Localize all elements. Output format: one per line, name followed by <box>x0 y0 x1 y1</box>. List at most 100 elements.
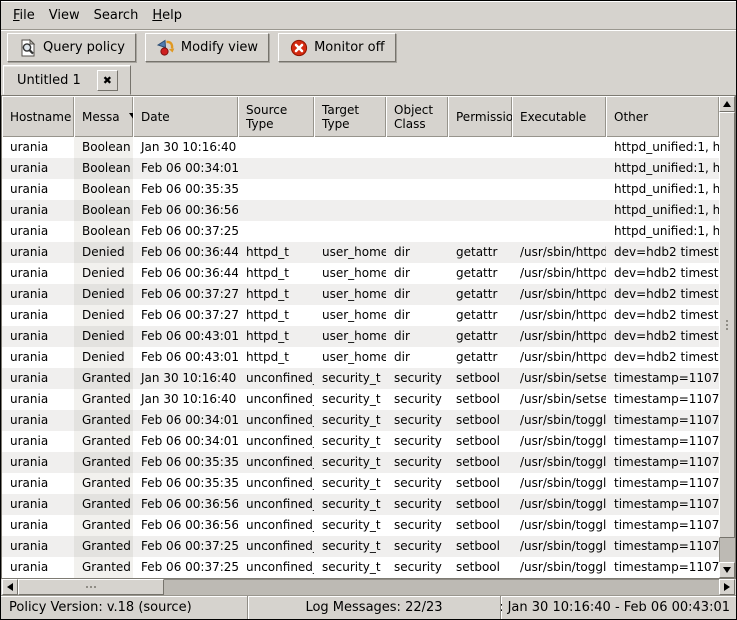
log-row[interactable]: uraniaGrantedFeb 06 00:34:01unconfined_s… <box>2 410 719 431</box>
column-header-executable[interactable]: Executable <box>512 96 606 137</box>
scroll-right-button[interactable] <box>719 579 735 595</box>
status-dates: Dates: Jan 30 10:16:40 - Feb 06 00:43:01 <box>500 596 736 619</box>
vertical-scrollbar-thumb[interactable] <box>719 112 735 538</box>
monitor-off-button[interactable]: Monitor off <box>278 33 395 62</box>
cell-source-type: unconfined_ <box>238 368 314 389</box>
cell-source-type: unconfined_ <box>238 494 314 515</box>
column-header-target-type[interactable]: TargetType <box>314 96 386 137</box>
modify-view-button[interactable]: Modify view <box>145 33 269 62</box>
cell-message: Denied <box>74 263 133 284</box>
column-header-hostname[interactable]: Hostname <box>2 96 74 137</box>
log-row[interactable]: uraniaBooleanFeb 06 00:37:25httpd_unifie… <box>2 221 719 242</box>
cell-date: Feb 06 00:37:27 <box>133 284 238 305</box>
tab-untitled-1[interactable]: Untitled 1 ✖ <box>3 65 131 95</box>
arrow-right-icon <box>724 583 730 591</box>
cell-other: httpd_unified:1, h <box>606 179 719 200</box>
cell-message: Granted <box>74 473 133 494</box>
cell-executable: /usr/sbin/toggle <box>512 536 606 557</box>
log-row[interactable]: uraniaBooleanFeb 06 00:34:01httpd_unifie… <box>2 158 719 179</box>
cell-object-class <box>386 137 448 158</box>
cell-source-type: unconfined_ <box>238 536 314 557</box>
log-row[interactable]: uraniaGrantedFeb 06 00:34:01unconfined_s… <box>2 431 719 452</box>
cell-target-type: security_t <box>314 410 386 431</box>
cell-other: timestamp=11076 <box>606 494 719 515</box>
cell-target-type <box>314 158 386 179</box>
log-row[interactable]: uraniaGrantedJan 30 10:16:40unconfined_s… <box>2 389 719 410</box>
cell-source-type: httpd_t <box>238 347 314 368</box>
cell-target-type <box>314 200 386 221</box>
log-row[interactable]: uraniaDeniedFeb 06 00:43:01httpd_tuser_h… <box>2 347 719 368</box>
cell-source-type <box>238 221 314 242</box>
scroll-down-button[interactable] <box>719 562 735 578</box>
modify-view-label: Modify view <box>181 40 258 55</box>
cell-message: Granted <box>74 431 133 452</box>
log-row[interactable]: uraniaGrantedFeb 06 00:36:56unconfined_s… <box>2 515 719 536</box>
horizontal-scrollbar-thumb[interactable] <box>18 579 164 595</box>
cell-message: Granted <box>74 557 133 578</box>
log-row[interactable]: uraniaBooleanFeb 06 00:35:35httpd_unifie… <box>2 179 719 200</box>
column-header-date[interactable]: Date <box>133 96 238 137</box>
column-header-source-type[interactable]: SourceType <box>238 96 314 137</box>
cell-source-type: httpd_t <box>238 242 314 263</box>
cell-other: timestamp=11076 <box>606 557 719 578</box>
log-row[interactable]: uraniaDeniedFeb 06 00:43:01httpd_tuser_h… <box>2 326 719 347</box>
column-header-permission[interactable]: Permission <box>448 96 512 137</box>
cell-hostname: urania <box>2 200 74 221</box>
cell-date: Feb 06 00:36:56 <box>133 494 238 515</box>
horizontal-scrollbar-track[interactable] <box>18 579 719 595</box>
menu-view[interactable]: View <box>42 4 87 27</box>
cell-other: dev=hdb2 timesta <box>606 242 719 263</box>
cell-message: Granted <box>74 494 133 515</box>
status-bar: Policy Version: v.18 (source) Log Messag… <box>1 595 736 619</box>
cell-hostname: urania <box>2 179 74 200</box>
log-row[interactable]: uraniaGrantedFeb 06 00:37:25unconfined_s… <box>2 536 719 557</box>
cell-object-class: dir <box>386 305 448 326</box>
log-row[interactable]: uraniaDeniedFeb 06 00:36:44httpd_tuser_h… <box>2 242 719 263</box>
log-row[interactable]: uraniaDeniedFeb 06 00:36:44httpd_tuser_h… <box>2 263 719 284</box>
menu-file[interactable]: File <box>6 4 42 27</box>
cell-object-class: security <box>386 431 448 452</box>
cell-executable: /usr/sbin/toggle <box>512 431 606 452</box>
cell-permission: setbool <box>448 410 512 431</box>
vertical-scrollbar[interactable] <box>719 96 735 578</box>
scroll-up-button[interactable] <box>719 96 735 112</box>
cell-source-type: httpd_t <box>238 305 314 326</box>
cell-object-class <box>386 200 448 221</box>
cell-hostname: urania <box>2 305 74 326</box>
arrow-left-icon <box>7 583 13 591</box>
cell-date: Feb 06 00:43:01 <box>133 326 238 347</box>
cell-message: Denied <box>74 242 133 263</box>
horizontal-scrollbar[interactable] <box>2 579 735 595</box>
cell-target-type: security_t <box>314 473 386 494</box>
column-header-object-class[interactable]: ObjectClass <box>386 96 448 137</box>
cell-other: timestamp=11071 <box>606 368 719 389</box>
cell-permission <box>448 137 512 158</box>
log-row[interactable]: uraniaGrantedFeb 06 00:35:35unconfined_s… <box>2 473 719 494</box>
table-body: uraniaBooleanJan 30 10:16:40httpd_unifie… <box>2 137 719 578</box>
cell-permission <box>448 158 512 179</box>
log-row[interactable]: uraniaBooleanFeb 06 00:36:56httpd_unifie… <box>2 200 719 221</box>
cell-permission: setbool <box>448 536 512 557</box>
column-header-other[interactable]: Other <box>606 96 719 137</box>
log-row[interactable]: uraniaGrantedFeb 06 00:35:35unconfined_s… <box>2 452 719 473</box>
menu-help[interactable]: Help <box>145 4 189 27</box>
cell-executable: /usr/sbin/httpd <box>512 242 606 263</box>
log-row[interactable]: uraniaDeniedFeb 06 00:37:27httpd_tuser_h… <box>2 305 719 326</box>
log-row[interactable]: uraniaGrantedFeb 06 00:37:25unconfined_s… <box>2 557 719 578</box>
cell-permission: getattr <box>448 326 512 347</box>
cell-permission: setbool <box>448 557 512 578</box>
monitor-off-icon <box>289 38 308 57</box>
menu-search[interactable]: Search <box>87 4 146 27</box>
log-row[interactable]: uraniaGrantedFeb 06 00:36:56unconfined_s… <box>2 494 719 515</box>
tab-close-button[interactable]: ✖ <box>97 70 118 91</box>
cell-object-class: security <box>386 536 448 557</box>
scroll-left-button[interactable] <box>2 579 18 595</box>
log-row[interactable]: uraniaGrantedJan 30 10:16:40unconfined_s… <box>2 368 719 389</box>
vertical-scrollbar-track[interactable] <box>719 112 735 562</box>
column-header-message[interactable]: Messa <box>74 96 133 137</box>
log-row[interactable]: uraniaBooleanJan 30 10:16:40httpd_unifie… <box>2 137 719 158</box>
cell-message: Granted <box>74 389 133 410</box>
cell-date: Feb 06 00:37:25 <box>133 557 238 578</box>
query-policy-button[interactable]: Query policy <box>7 33 136 62</box>
log-row[interactable]: uraniaDeniedFeb 06 00:37:27httpd_tuser_h… <box>2 284 719 305</box>
